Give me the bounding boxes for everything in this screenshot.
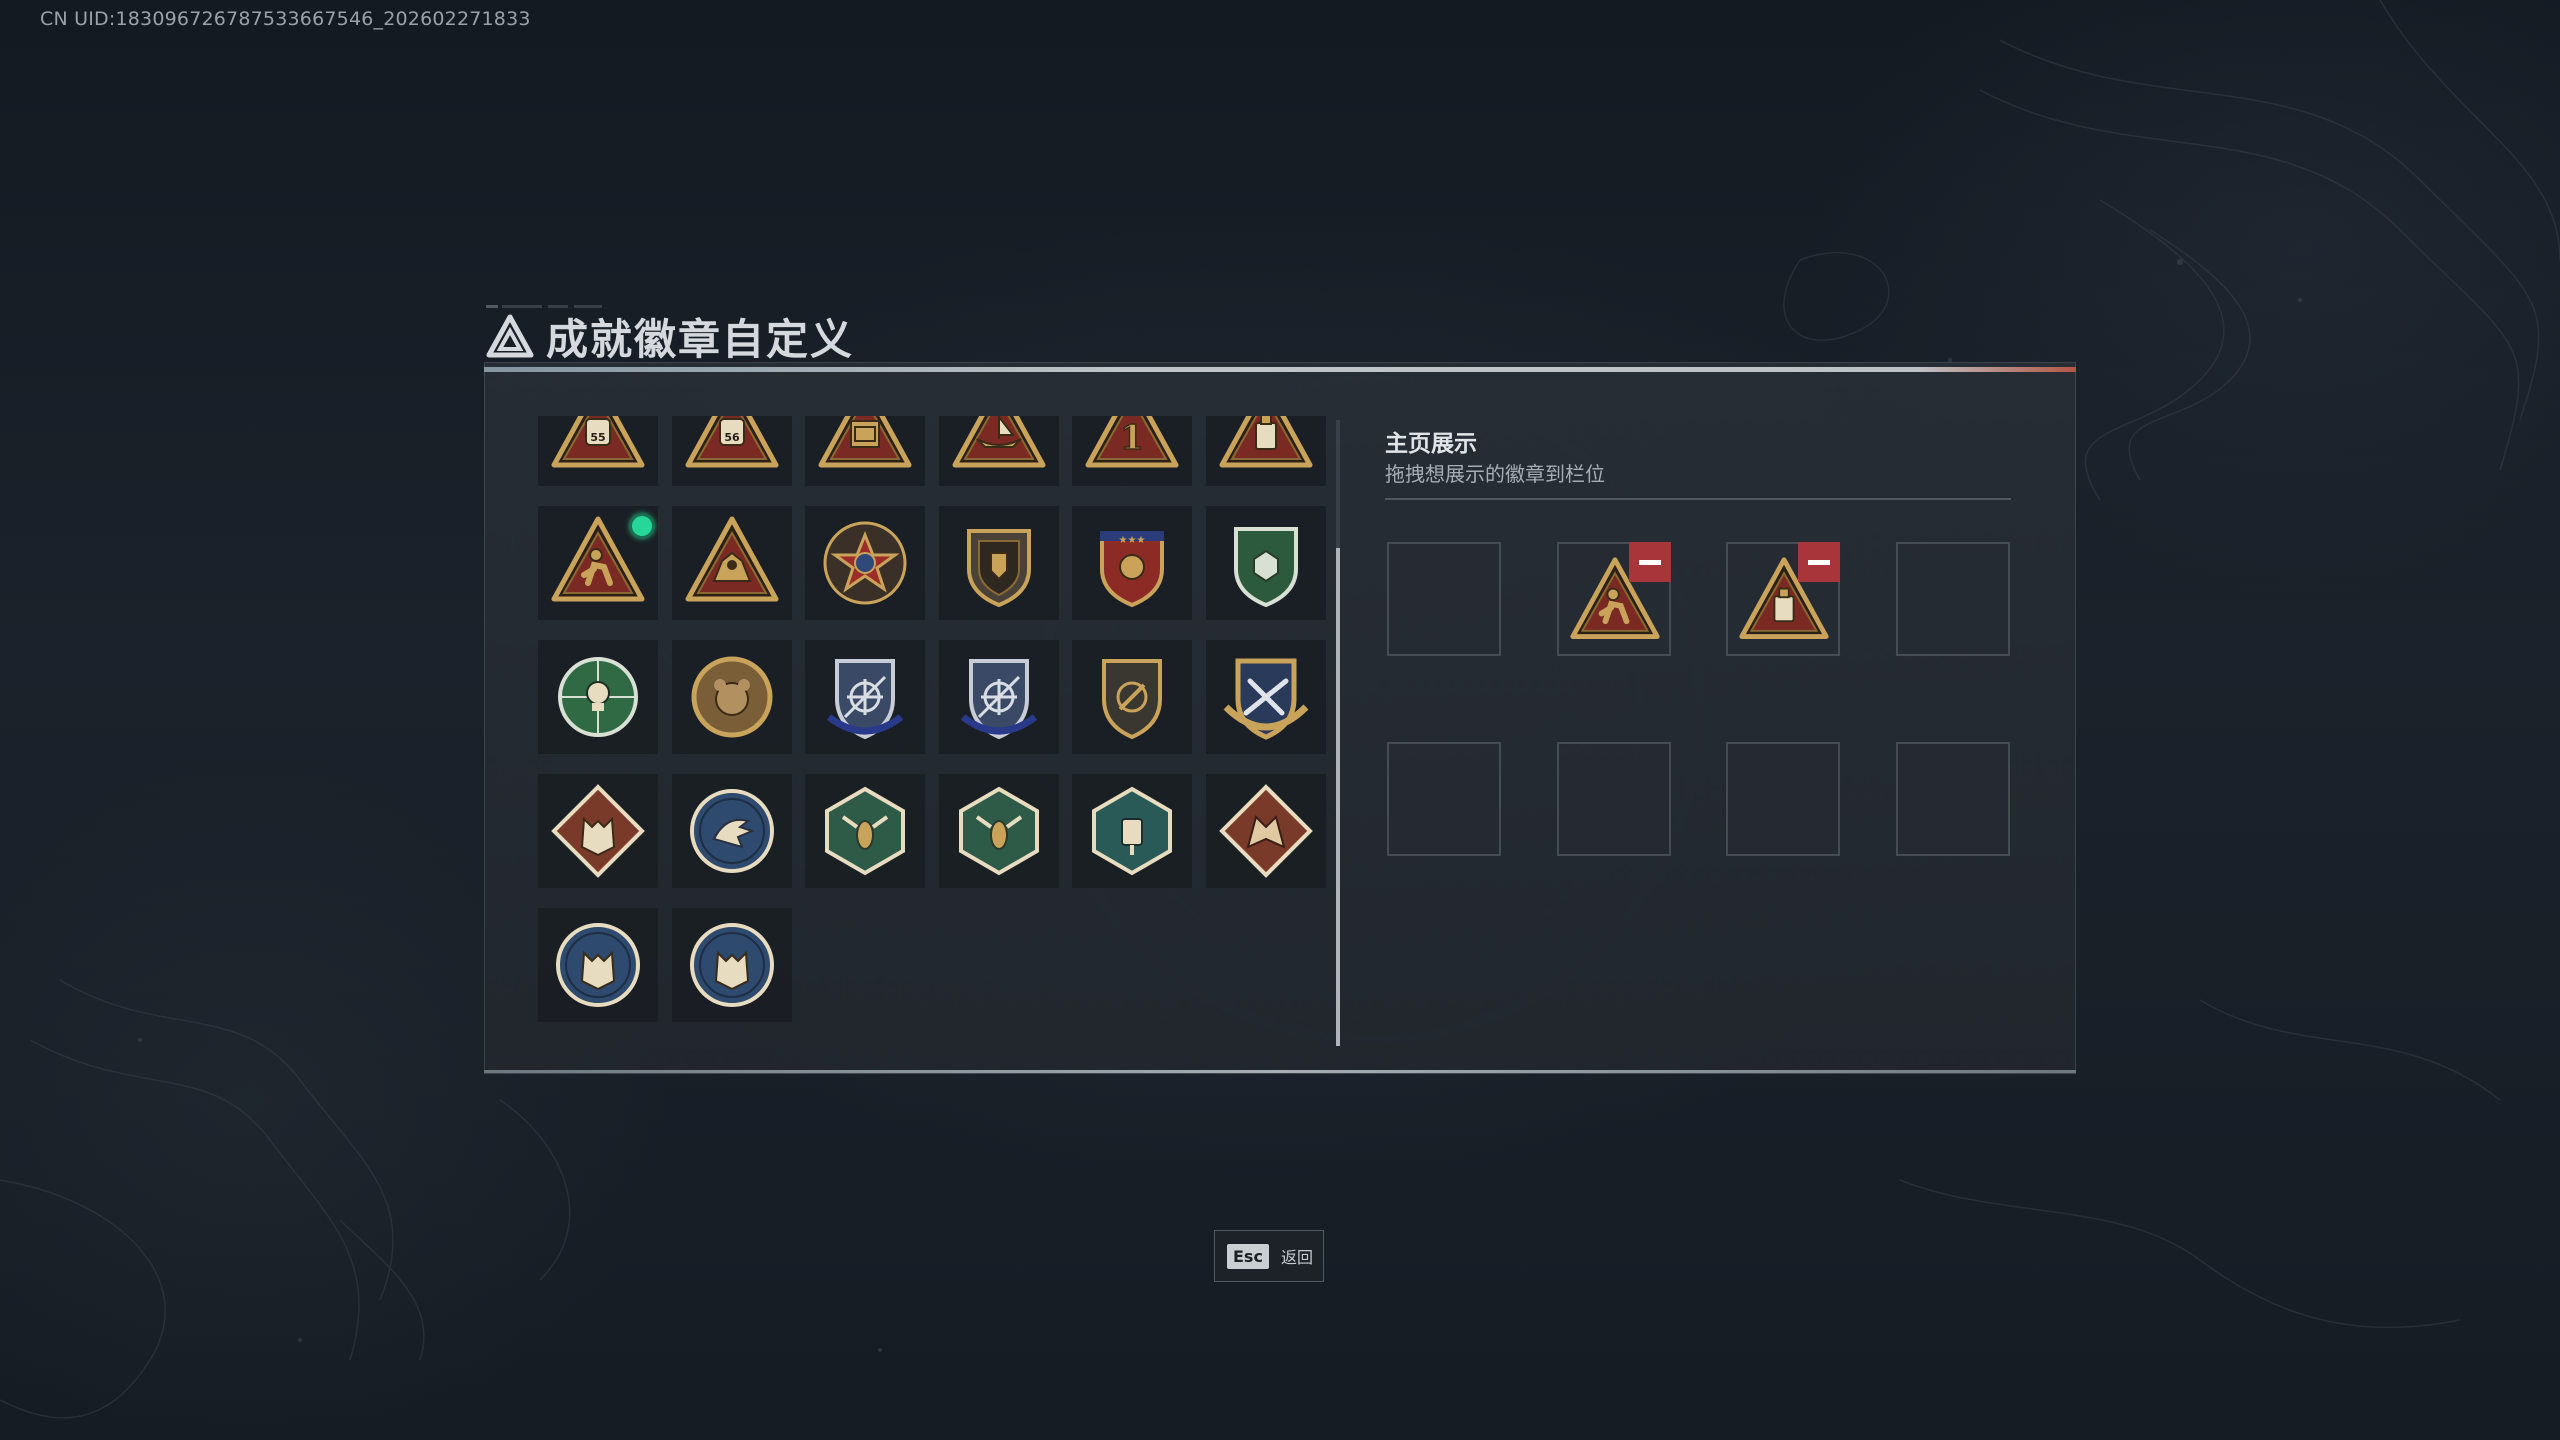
esc-key-hint: Esc xyxy=(1227,1243,1269,1269)
badge-shield-stars-icon: ★★★ xyxy=(1100,531,1164,608)
badge-triangle-number-1[interactable]: 1 xyxy=(1072,416,1192,486)
badge-grid-scrollbar-thumb[interactable] xyxy=(1336,548,1340,1046)
panel-top-bar xyxy=(484,367,2076,372)
badge-triangle-beast-icon xyxy=(685,516,778,602)
badge-shield-gold-rifle-icon xyxy=(1223,658,1308,740)
badge-shield-crosshair-1-icon xyxy=(826,659,904,740)
badge-shield-compass[interactable] xyxy=(1072,640,1192,754)
badge-triangle-vest-56-icon: 56 xyxy=(685,416,778,468)
badge-hex-drill[interactable] xyxy=(1072,774,1192,888)
svg-text:56: 56 xyxy=(724,431,740,444)
badge-shield-crosshair-2-icon xyxy=(960,659,1037,740)
badge-round-eagle[interactable] xyxy=(671,774,792,888)
badge-triangle-runner[interactable] xyxy=(538,506,658,620)
badge-shield-gold-rifle[interactable] xyxy=(1205,640,1326,754)
badge-shield-compass-icon xyxy=(1102,659,1162,740)
showcase-slot-7[interactable] xyxy=(1726,742,1840,856)
badge-triangle-number-1-icon: 1 xyxy=(1085,416,1179,468)
badge-triangle-beast[interactable] xyxy=(671,506,792,620)
badge-round-eagle-icon xyxy=(689,789,774,873)
showcase-title: 主页展示 xyxy=(1385,431,1477,457)
badge-shield-crosshair-2[interactable] xyxy=(938,640,1059,754)
minus-icon xyxy=(1639,559,1661,565)
svg-text:55: 55 xyxy=(590,431,605,444)
badge-grid-viewport[interactable]: 55 56 1 ★★★ xyxy=(538,416,1326,1046)
delta-logo-icon xyxy=(486,314,534,358)
badge-shield-emblem[interactable] xyxy=(938,506,1059,620)
svg-text:1: 1 xyxy=(1120,418,1144,458)
badge-shield-stars[interactable]: ★★★ xyxy=(1072,506,1192,620)
remove-badge-button[interactable] xyxy=(1629,542,1671,582)
badge-shield-crosshair-1[interactable] xyxy=(805,640,925,754)
showcase-slot-1[interactable] xyxy=(1387,542,1501,656)
badge-green-skull[interactable] xyxy=(538,640,658,754)
badge-round-wolf-2[interactable] xyxy=(671,908,792,1022)
svg-text:★★★: ★★★ xyxy=(1119,535,1146,546)
showcase-divider xyxy=(1385,498,2011,500)
badge-diamond-wolf-red[interactable] xyxy=(538,774,658,888)
page-title: 成就徽章自定义 xyxy=(546,314,855,364)
badge-hex-hornet-1-icon xyxy=(825,786,905,876)
badge-hex-hornet-1[interactable] xyxy=(805,774,925,888)
badge-shield-green-gem-icon xyxy=(1233,527,1298,608)
page-header: 成就徽章自定义 xyxy=(486,306,854,366)
remove-badge-button[interactable] xyxy=(1798,542,1840,582)
badge-triangle-bottle-icon xyxy=(1219,416,1312,468)
minus-icon xyxy=(1808,559,1830,565)
showcase-subtitle: 拖拽想展示的徽章到栏位 xyxy=(1385,462,1605,486)
badge-shield-green-gem[interactable] xyxy=(1205,506,1326,620)
badge-triangle-box-icon xyxy=(818,416,912,468)
badge-star-medal[interactable] xyxy=(805,506,925,620)
badge-round-wolf-2-icon xyxy=(689,923,774,1007)
badge-round-wolf-1-icon xyxy=(556,923,640,1007)
badge-triangle-box[interactable] xyxy=(805,416,925,486)
showcase-slot-6[interactable] xyxy=(1557,742,1671,856)
esc-back-label: 返回 xyxy=(1280,1248,1313,1267)
esc-back-button[interactable]: Esc 返回 xyxy=(1214,1230,1324,1282)
badge-hex-drill-icon xyxy=(1092,786,1172,876)
badge-triangle-bottle[interactable] xyxy=(1205,416,1326,486)
badge-star-medal-icon xyxy=(823,521,907,605)
badge-green-skull-icon xyxy=(558,657,638,737)
badge-triangle-boat-icon xyxy=(952,416,1045,468)
badge-triangle-backpack-55[interactable]: 55 xyxy=(538,416,658,486)
badge-shield-emblem-icon xyxy=(966,529,1031,608)
showcase-slot-5[interactable] xyxy=(1387,742,1501,856)
badge-diamond-wolf-red-icon xyxy=(551,784,645,878)
badge-round-wolf-1[interactable] xyxy=(538,908,658,1022)
badge-round-bear-icon xyxy=(691,656,772,738)
badge-hex-hornet-2-icon xyxy=(958,786,1039,876)
badge-hex-hornet-2[interactable] xyxy=(938,774,1059,888)
badge-triangle-vest-56[interactable]: 56 xyxy=(671,416,792,486)
uid-label: CN UID:183096726787533667546_20260227183… xyxy=(40,8,531,30)
showcase-slot-2[interactable] xyxy=(1557,542,1671,656)
badge-diamond-dragon-icon xyxy=(1218,784,1313,878)
showcase-slot-4[interactable] xyxy=(1896,542,2010,656)
showcase-slot-8[interactable] xyxy=(1896,742,2010,856)
badge-triangle-boat[interactable] xyxy=(938,416,1059,486)
panel-bottom-line xyxy=(484,1070,2076,1073)
badge-round-bear[interactable] xyxy=(671,640,792,754)
new-badge-indicator xyxy=(630,514,654,538)
badge-diamond-dragon[interactable] xyxy=(1205,774,1326,888)
badge-triangle-backpack-55-icon: 55 xyxy=(551,416,645,468)
showcase-slot-3[interactable] xyxy=(1726,542,1840,656)
